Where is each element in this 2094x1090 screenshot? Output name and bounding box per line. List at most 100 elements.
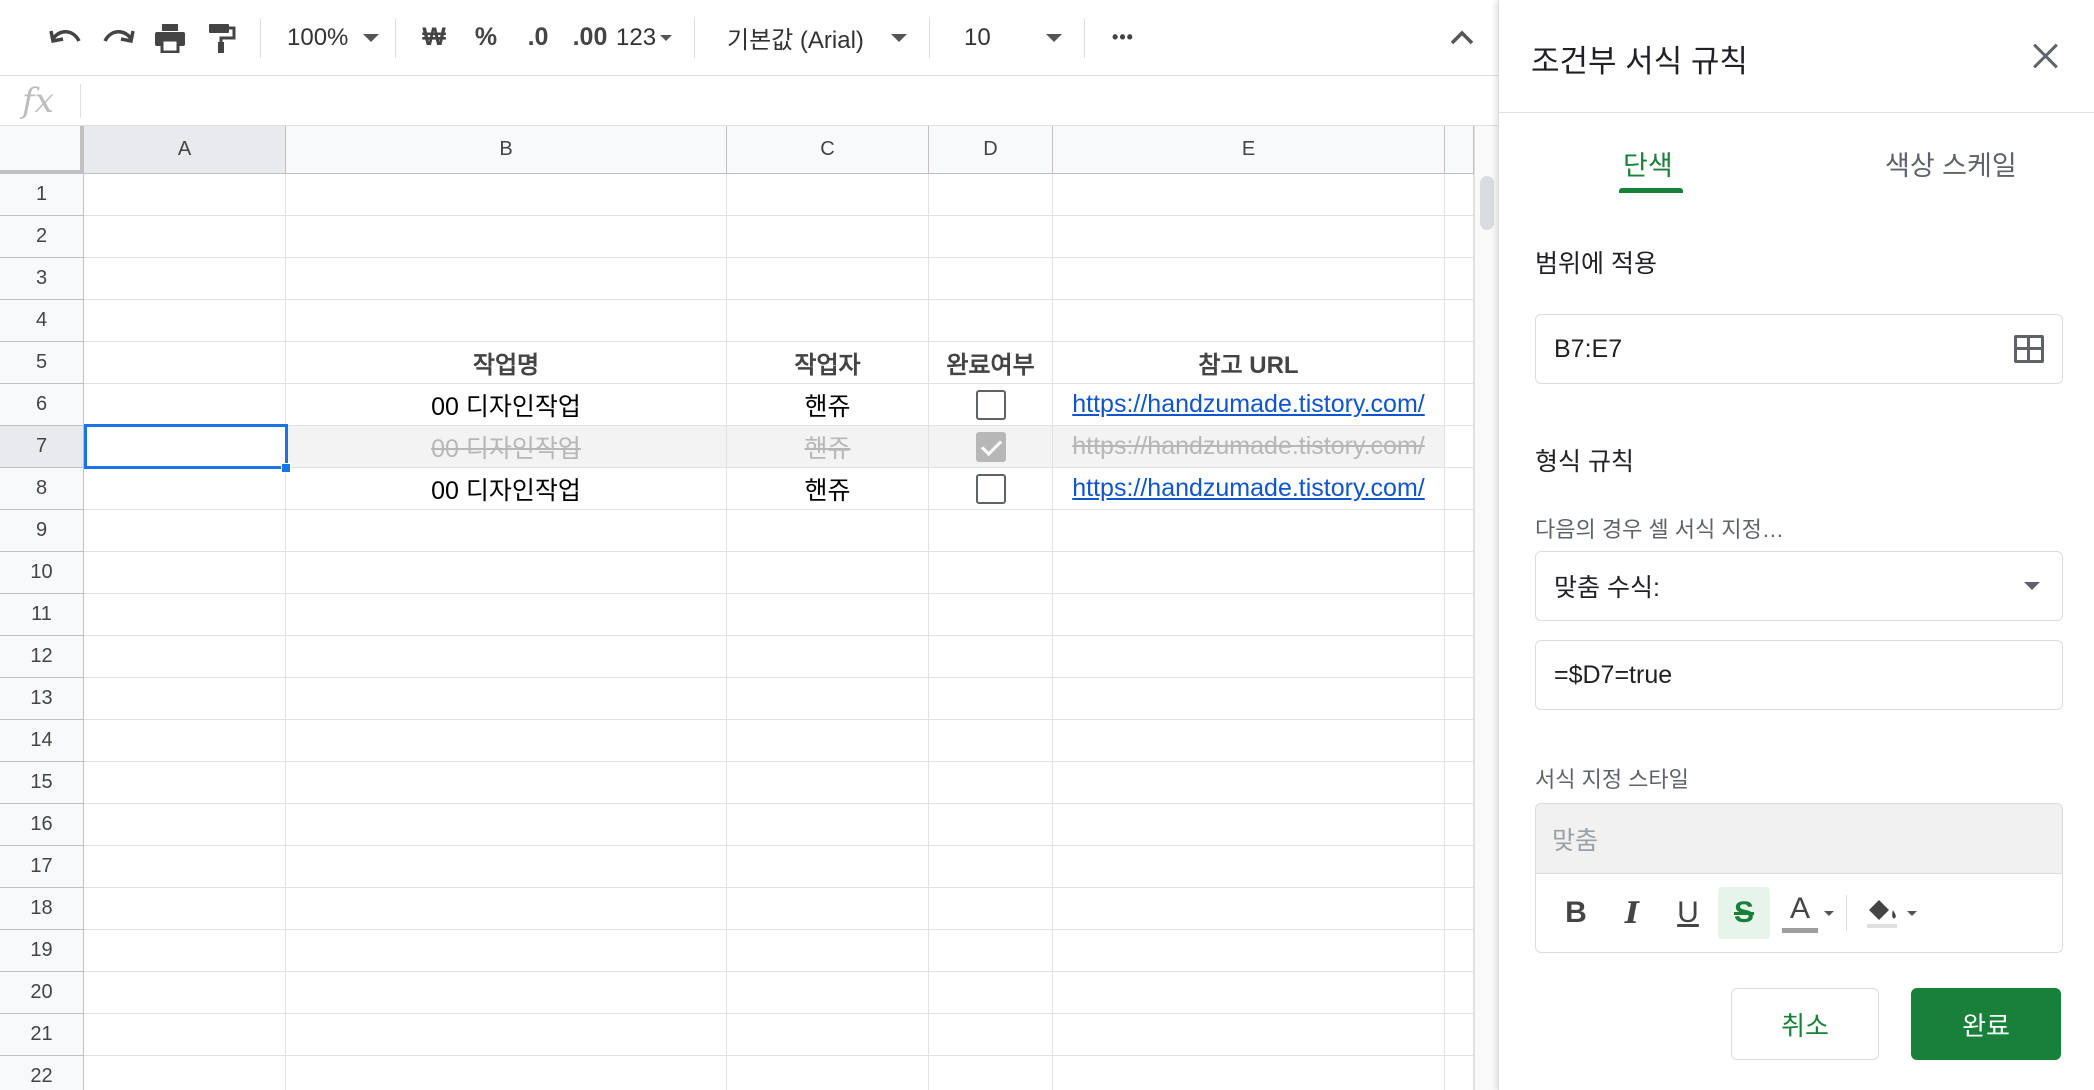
row-header[interactable]: 1 <box>0 174 84 216</box>
cell-d3[interactable] <box>929 258 1053 300</box>
close-icon[interactable] <box>2029 40 2061 72</box>
cell-e19[interactable] <box>1053 930 1445 972</box>
more-options-button[interactable]: ••• <box>1097 14 1149 62</box>
cell-d15[interactable] <box>929 762 1053 804</box>
cell-c4[interactable] <box>727 300 929 342</box>
bold-button[interactable]: B <box>1550 887 1602 939</box>
fill-handle[interactable] <box>281 463 291 473</box>
cell-a17[interactable] <box>84 846 286 888</box>
cell-d11[interactable] <box>929 594 1053 636</box>
cell-c2[interactable] <box>727 216 929 258</box>
cell-a1[interactable] <box>84 174 286 216</box>
cell-d17[interactable] <box>929 846 1053 888</box>
cell-d22[interactable] <box>929 1056 1053 1090</box>
cell-d8[interactable] <box>929 468 1053 510</box>
cell-a22[interactable] <box>84 1056 286 1090</box>
checkbox-checked[interactable] <box>975 431 1006 462</box>
cell-d13[interactable] <box>929 678 1053 720</box>
cell-b9[interactable] <box>286 510 727 552</box>
cell-e3[interactable] <box>1053 258 1445 300</box>
cell-c7[interactable]: 핸쥬 <box>727 426 929 468</box>
cell-d6[interactable] <box>929 384 1053 426</box>
cell-e20[interactable] <box>1053 972 1445 1014</box>
cell-e21[interactable] <box>1053 1014 1445 1056</box>
cell-c13[interactable] <box>727 678 929 720</box>
tab-color-scale[interactable]: 색상 스케일 <box>1885 144 2017 183</box>
cell-a18[interactable] <box>84 888 286 930</box>
cell-e8[interactable]: https://handzumade.tistory.com/ <box>1053 468 1445 510</box>
column-header-c[interactable]: C <box>727 126 929 174</box>
cell-a20[interactable] <box>84 972 286 1014</box>
cell-c21[interactable] <box>727 1014 929 1056</box>
font-select[interactable]: 기본값 (Arial) <box>707 14 917 62</box>
cell-b5[interactable]: 작업명 <box>286 342 727 384</box>
cell-e2[interactable] <box>1053 216 1445 258</box>
cell-b10[interactable] <box>286 552 727 594</box>
cell-c18[interactable] <box>727 888 929 930</box>
cell-c9[interactable] <box>727 510 929 552</box>
column-header-a[interactable]: A <box>84 126 286 174</box>
cell-c1[interactable] <box>727 174 929 216</box>
text-color-button[interactable]: A <box>1774 887 1826 939</box>
currency-format-button[interactable]: ₩ <box>408 14 460 62</box>
cell-b17[interactable] <box>286 846 727 888</box>
row-header[interactable]: 8 <box>0 468 84 510</box>
cell-d2[interactable] <box>929 216 1053 258</box>
cell-e16[interactable] <box>1053 804 1445 846</box>
column-header-b[interactable]: B <box>286 126 727 174</box>
select-range-icon[interactable] <box>2014 335 2044 363</box>
chevron-up-icon[interactable] <box>1436 14 1488 62</box>
row-header[interactable]: 14 <box>0 720 84 762</box>
cell-c10[interactable] <box>727 552 929 594</box>
row-header[interactable]: 18 <box>0 888 84 930</box>
undo-icon[interactable] <box>40 14 92 62</box>
cell-b14[interactable] <box>286 720 727 762</box>
cell-b2[interactable] <box>286 216 727 258</box>
selected-cell-a7[interactable] <box>84 424 288 469</box>
url-link[interactable]: https://handzumade.tistory.com/ <box>1072 432 1424 461</box>
strikethrough-button[interactable]: S <box>1718 887 1770 939</box>
zoom-select[interactable]: 100% <box>273 14 383 62</box>
cell-c22[interactable] <box>727 1056 929 1090</box>
row-header[interactable]: 12 <box>0 636 84 678</box>
cell-e4[interactable] <box>1053 300 1445 342</box>
cell-b3[interactable] <box>286 258 727 300</box>
cell-b1[interactable] <box>286 174 727 216</box>
row-header[interactable]: 22 <box>0 1056 84 1090</box>
cell-c20[interactable] <box>727 972 929 1014</box>
column-header-e[interactable]: E <box>1053 126 1445 174</box>
cell-a21[interactable] <box>84 1014 286 1056</box>
cancel-button[interactable]: 취소 <box>1731 988 1879 1060</box>
cell-e5[interactable]: 참고 URL <box>1053 342 1445 384</box>
fill-color-icon[interactable] <box>1857 887 1909 939</box>
style-preview-select[interactable]: 맞춤 <box>1536 804 2062 874</box>
cell-c5[interactable]: 작업자 <box>727 342 929 384</box>
cell-d4[interactable] <box>929 300 1053 342</box>
cell-b11[interactable] <box>286 594 727 636</box>
formula-input[interactable] <box>81 81 1498 121</box>
cell-a16[interactable] <box>84 804 286 846</box>
cell-e15[interactable] <box>1053 762 1445 804</box>
cell-b6[interactable]: 00 디자인작업 <box>286 384 727 426</box>
cell-a5[interactable] <box>84 342 286 384</box>
row-header[interactable]: 13 <box>0 678 84 720</box>
cell-d12[interactable] <box>929 636 1053 678</box>
row-header[interactable]: 15 <box>0 762 84 804</box>
cell-a4[interactable] <box>84 300 286 342</box>
cell-c17[interactable] <box>727 846 929 888</box>
cell-e18[interactable] <box>1053 888 1445 930</box>
cell-b13[interactable] <box>286 678 727 720</box>
cell-e14[interactable] <box>1053 720 1445 762</box>
cell-e7[interactable]: https://handzumade.tistory.com/ <box>1053 426 1445 468</box>
cell-e6[interactable]: https://handzumade.tistory.com/ <box>1053 384 1445 426</box>
cell-c8[interactable]: 핸쥬 <box>727 468 929 510</box>
condition-select[interactable]: 맞춤 수식: <box>1535 551 2063 621</box>
cell-c12[interactable] <box>727 636 929 678</box>
cell-d19[interactable] <box>929 930 1053 972</box>
cell-e10[interactable] <box>1053 552 1445 594</box>
chevron-down-icon[interactable] <box>1907 910 1917 916</box>
cell-c15[interactable] <box>727 762 929 804</box>
cell-d20[interactable] <box>929 972 1053 1014</box>
cell-c6[interactable]: 핸쥬 <box>727 384 929 426</box>
redo-icon[interactable] <box>92 14 144 62</box>
